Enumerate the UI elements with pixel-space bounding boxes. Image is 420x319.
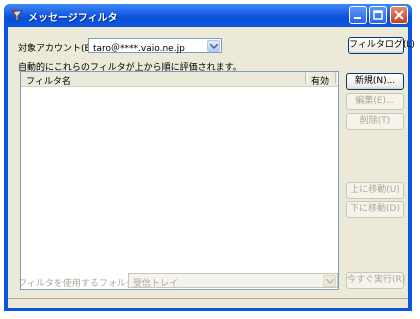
title-bar[interactable]: メッセージフィルタ: [4, 4, 412, 27]
window-title: メッセージフィルタ: [28, 13, 118, 24]
account-label: 対象アカウント(E):: [18, 44, 97, 54]
app-icon: [10, 8, 24, 22]
column-divider[interactable]: [335, 72, 338, 84]
folder-dropdown-button[interactable]: [323, 275, 336, 287]
new-button[interactable]: 新規(N)...: [346, 73, 404, 90]
list-header: フィルタ名 有効: [21, 72, 338, 87]
edit-button[interactable]: 編集(E)...: [346, 93, 404, 110]
minimize-button[interactable]: [349, 6, 367, 24]
maximize-button[interactable]: [369, 6, 387, 24]
column-enabled[interactable]: 有効: [311, 74, 329, 87]
close-icon: [394, 10, 404, 20]
folder-value: 受信トレイ: [133, 279, 179, 289]
minimize-icon: [354, 17, 361, 19]
move-down-button[interactable]: 下に移動(D): [346, 201, 404, 218]
chevron-down-icon: [326, 279, 334, 284]
move-up-button[interactable]: 上に移動(U): [346, 182, 404, 199]
status-bar: [8, 298, 408, 308]
folder-select[interactable]: 受信トレイ: [128, 273, 338, 289]
account-dropdown-button[interactable]: [207, 40, 220, 52]
column-filter-name[interactable]: フィルタ名: [26, 74, 71, 87]
run-now-button[interactable]: 今すぐ実行(R): [346, 272, 405, 289]
filter-log-button[interactable]: フィルタログ(L): [348, 37, 415, 54]
delete-button[interactable]: 削除(T): [346, 113, 404, 130]
column-divider[interactable]: [305, 72, 308, 84]
message-filter-window: メッセージフィルタ 対象アカウント(E): taro＠****.vaio.ne.…: [4, 4, 415, 311]
dialog-body: 対象アカウント(E): taro＠****.vaio.ne.jp フィルタログ(…: [8, 27, 415, 308]
account-value: taro＠****.vaio.ne.jp: [93, 44, 185, 54]
filter-list[interactable]: フィルタ名 有効: [20, 71, 339, 290]
close-button[interactable]: [390, 6, 408, 24]
account-select[interactable]: taro＠****.vaio.ne.jp: [88, 38, 222, 54]
chevron-down-icon: [210, 44, 218, 49]
